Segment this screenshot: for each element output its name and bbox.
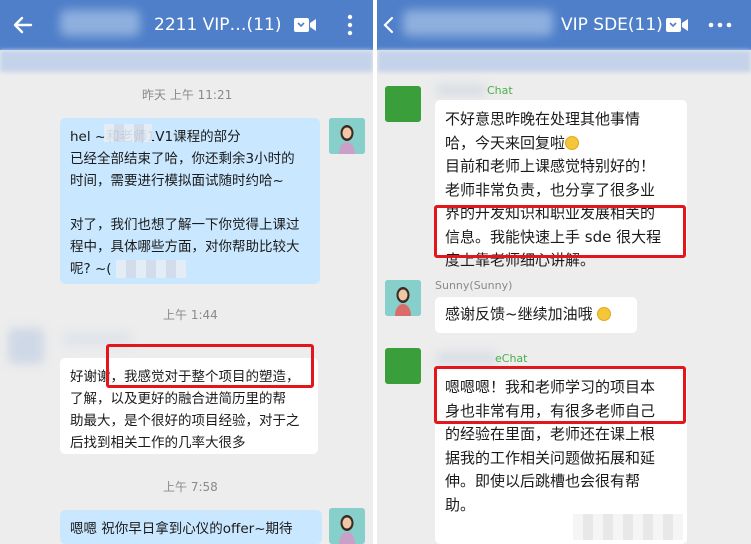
timestamp: 昨天 上午 11:21 xyxy=(142,88,233,102)
sender-avatar[interactable] xyxy=(385,348,421,384)
highlight-box xyxy=(106,344,314,388)
message-bubble-sent: hel ~和老师1V1课程的部分 已经全部结束了哈，你还剩余3小时的 时间，需要… xyxy=(60,118,320,284)
redacted-name xyxy=(104,124,152,142)
emoji-icon xyxy=(565,135,580,150)
highlight-box xyxy=(434,205,686,258)
blurred-sender-name xyxy=(435,84,487,96)
sender-name: Chat xyxy=(487,84,513,97)
left-chat-pane: 2211 VIP…(11) 昨天 上午 11:21 hel ~和老师1V1课程的… xyxy=(0,0,373,544)
chat-title: VIP SDE(11) xyxy=(561,15,663,35)
message-text: 不好意思昨晚在处理其他事情 哈，今天来回复啦 xyxy=(445,110,641,152)
more-horizontal-icon[interactable] xyxy=(708,21,732,29)
woman-avatar-icon xyxy=(385,280,421,316)
redacted-name xyxy=(116,260,186,278)
blurred-sender-name xyxy=(435,352,497,364)
emoji-icon xyxy=(597,307,612,321)
blurred-avatar xyxy=(8,328,44,364)
chat-header: 2211 VIP…(11) xyxy=(0,0,373,50)
user-avatar[interactable] xyxy=(329,508,365,544)
user-avatar[interactable] xyxy=(329,118,365,154)
timestamp: 上午 7:58 xyxy=(163,480,218,494)
right-chat-pane: VIP SDE(11) Chat 不好意思昨晚在处理其他事情 哈，今天来回复啦 … xyxy=(377,0,751,544)
blurred-banner xyxy=(377,50,751,72)
message-bubble-received: 感谢反馈~继续加油哦 xyxy=(435,297,637,333)
timestamp: 上午 1:44 xyxy=(163,308,218,322)
sender-avatar[interactable] xyxy=(385,280,421,316)
woman-avatar-icon xyxy=(329,508,365,544)
chat-title: 2211 VIP…(11) xyxy=(154,15,282,35)
message-bubble-sent: 嗯嗯 祝你早日拿到心仪的offer~期待 xyxy=(60,510,322,544)
sender-avatar[interactable] xyxy=(385,86,421,122)
sender-name: Sunny(Sunny) xyxy=(435,279,513,292)
woman-avatar-icon xyxy=(329,118,365,154)
video-call-icon[interactable] xyxy=(293,15,317,35)
highlight-box xyxy=(434,366,686,424)
video-call-icon[interactable] xyxy=(665,15,689,35)
screenshot-composite: 2211 VIP…(11) 昨天 上午 11:21 hel ~和老师1V1课程的… xyxy=(0,0,751,544)
back-chevron-icon[interactable] xyxy=(383,16,395,34)
blurred-banner xyxy=(0,50,373,72)
back-arrow-icon[interactable] xyxy=(12,14,34,36)
blurred-group-name xyxy=(60,10,140,36)
blurred-group-name xyxy=(403,10,553,36)
more-vertical-icon[interactable] xyxy=(346,14,354,36)
sender-name: eChat xyxy=(495,352,528,365)
redacted-mention xyxy=(573,514,683,540)
message-text: 感谢反馈~继续加油哦 xyxy=(445,305,593,323)
chat-header: VIP SDE(11) xyxy=(377,0,751,50)
